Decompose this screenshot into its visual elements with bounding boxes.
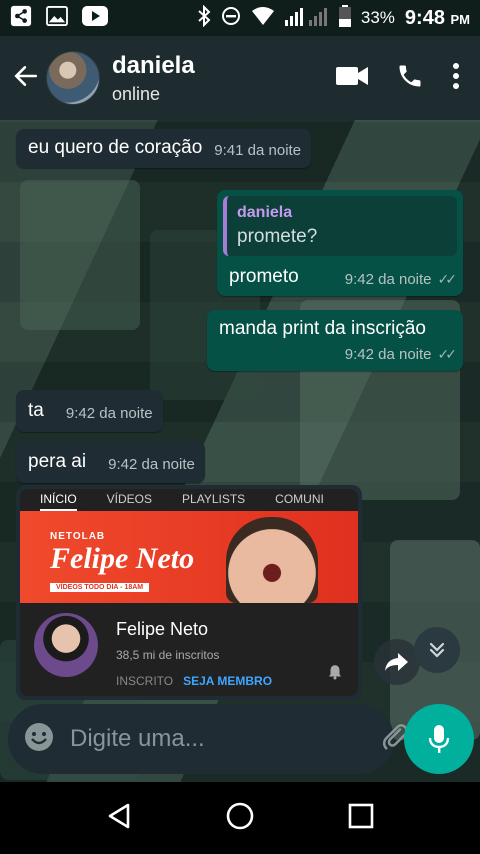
banner-subtitle: VÍDEOS TODO DIA - 18AM (50, 583, 150, 592)
message-text: pera ai (28, 451, 87, 472)
voice-call-button[interactable] (396, 62, 424, 95)
triangle-back-icon (109, 803, 130, 828)
share-icon (10, 5, 32, 32)
screenshot-image: INÍCIO VÍDEOS PLAYLISTS COMUNI NETOLAB F… (20, 489, 358, 696)
back-button[interactable] (6, 58, 46, 98)
scroll-down-button[interactable] (414, 627, 460, 673)
subscriber-count: 38,5 mi de inscritos (116, 648, 220, 662)
more-vertical-icon (453, 62, 459, 89)
message-input[interactable] (70, 719, 380, 759)
video-camera-icon (336, 66, 368, 85)
read-receipt-icon: ✓✓ (437, 346, 458, 362)
nav-recents-button[interactable] (348, 803, 374, 834)
battery-icon (338, 4, 351, 32)
wifi-icon (251, 6, 275, 31)
banner-label: NETOLAB (50, 531, 106, 542)
bell-icon (326, 663, 344, 686)
message-outgoing-reply[interactable]: daniela promete? prometo 9:42 da noite ✓… (217, 190, 463, 296)
quote-author: daniela (237, 204, 293, 221)
chat-area[interactable]: eu quero de coração 9:41 da noite daniel… (0, 120, 480, 782)
battery-percent: 33% (360, 8, 395, 27)
signal-icon (284, 6, 329, 31)
bluetooth-icon (197, 4, 211, 32)
contact-name: daniela (112, 51, 195, 79)
double-chevron-down-icon (429, 642, 445, 658)
nav-back-button[interactable] (106, 802, 132, 835)
clock: 9:48 PM (404, 6, 470, 29)
video-call-button[interactable] (336, 65, 368, 92)
join-member-label: SEJA MEMBRO (183, 674, 273, 688)
channel-avatar (34, 613, 98, 677)
nav-home-button[interactable] (225, 801, 255, 836)
circle-home-icon (226, 802, 254, 829)
wallpaper-shape (20, 180, 140, 330)
read-receipt-icon: ✓✓ (437, 271, 458, 287)
message-time: 9:42 da noite (344, 346, 432, 363)
message-time: 9:42 da noite (108, 456, 195, 473)
message-text: manda print da inscrição (219, 318, 426, 339)
phone-icon (399, 65, 421, 86)
system-nav-bar (0, 782, 480, 854)
channel-name: Felipe Neto (116, 619, 209, 639)
banner-logo: Felipe Neto (50, 542, 195, 575)
avatar[interactable] (46, 51, 100, 105)
voice-message-button[interactable] (404, 704, 474, 774)
square-recents-icon (348, 803, 373, 828)
message-incoming[interactable]: pera ai 9:42 da noite (16, 441, 205, 483)
quoted-message[interactable]: daniela promete? (223, 196, 457, 256)
youtube-tabs: INÍCIO VÍDEOS PLAYLISTS COMUNI (20, 489, 358, 511)
more-options-button[interactable] (452, 62, 460, 94)
gallery-icon (46, 5, 68, 31)
subscribed-label: INSCRITO (116, 674, 174, 688)
yt-tab: VÍDEOS (106, 492, 153, 506)
message-outgoing[interactable]: manda print da inscrição 9:42 da noite ✓… (207, 310, 463, 371)
quote-text: promete? (237, 226, 318, 247)
contact-status: online (112, 83, 161, 104)
message-text: eu quero de coração (28, 137, 203, 158)
youtube-icon (82, 5, 108, 31)
channel-banner: NETOLAB Felipe Neto VÍDEOS TODO DIA - 18… (20, 511, 358, 603)
message-text: ta (28, 400, 44, 421)
message-incoming[interactable]: eu quero de coração 9:41 da noite (16, 129, 312, 168)
message-time: 9:42 da noite (344, 271, 432, 288)
chat-header: daniela online (0, 36, 480, 120)
yt-tab: PLAYLISTS (182, 492, 246, 506)
microphone-icon (428, 725, 450, 753)
yt-tab: INÍCIO (40, 492, 77, 511)
message-incoming[interactable]: ta 9:42 da noite (16, 390, 163, 432)
message-time: 9:42 da noite (65, 405, 153, 422)
emoji-button[interactable] (24, 722, 54, 757)
message-composer (8, 704, 462, 774)
yt-tab: COMUNI (275, 492, 324, 506)
contact-info[interactable]: daniela online (112, 52, 195, 105)
emoji-icon (25, 722, 53, 751)
forward-icon (385, 653, 408, 671)
do-not-disturb-icon (221, 6, 241, 31)
banner-face (226, 517, 318, 603)
message-text: prometo (229, 266, 299, 287)
image-message[interactable]: INÍCIO VÍDEOS PLAYLISTS COMUNI NETOLAB F… (16, 485, 362, 700)
forward-button[interactable] (374, 639, 420, 685)
status-bar: 33% 9:48 PM (0, 0, 480, 36)
arrow-left-icon (13, 63, 39, 94)
message-time: 9:41 da noite (214, 142, 302, 159)
